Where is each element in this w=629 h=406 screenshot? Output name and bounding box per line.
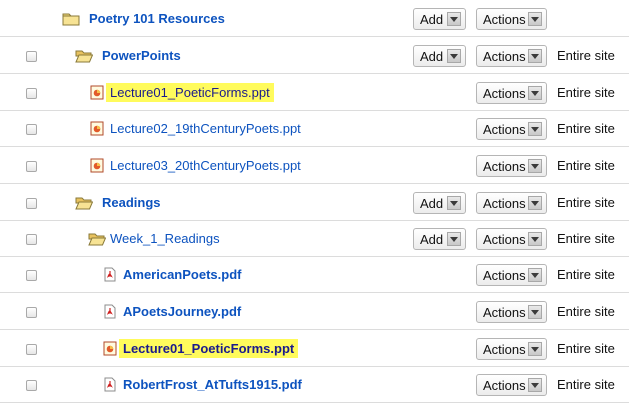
table-row: RobertFrost_AtTufts1915.pdf Actions Entire… (0, 366, 629, 403)
chevron-down-icon (528, 49, 542, 63)
chevron-down-icon (447, 232, 461, 246)
actions-dropdown-button[interactable]: Actions (476, 155, 547, 177)
row-select-checkbox[interactable] (26, 344, 37, 355)
table-row: Lecture03_20thCenturyPoets.ppt Actions Ent… (0, 147, 629, 184)
access-level-text: Entire site (557, 195, 615, 210)
item-link-americanpoets-pdf[interactable]: AmericanPoets.pdf (123, 267, 241, 282)
actions-button-label: Actions (483, 121, 526, 137)
add-dropdown-button[interactable]: Add (413, 228, 466, 250)
folder-open-icon (75, 48, 93, 63)
folder-open-icon (75, 195, 93, 210)
table-row: Lecture01_PoeticForms.ppt Actions Entire s… (0, 74, 629, 111)
chevron-down-icon (528, 12, 542, 26)
actions-button-label: Actions (483, 158, 526, 174)
item-link-powerpoints[interactable]: PowerPoints (102, 48, 181, 63)
access-level-text: Entire site (557, 377, 615, 392)
item-link-apoetsjourney-pdf[interactable]: APoetsJourney.pdf (123, 304, 241, 319)
actions-button-label: Actions (483, 231, 526, 247)
item-link-week-1-readings[interactable]: Week_1_Readings (110, 231, 220, 246)
pdf-file-icon (101, 377, 119, 392)
actions-dropdown-button[interactable]: Actions (476, 338, 547, 360)
chevron-down-icon (447, 196, 461, 210)
access-level-text: Entire site (557, 48, 615, 63)
actions-dropdown-button[interactable]: Actions (476, 192, 547, 214)
table-row: Readings Add Actions Entire site (0, 184, 629, 221)
folder-open-icon (88, 231, 106, 246)
add-button-label: Add (420, 48, 444, 64)
table-row: AmericanPoets.pdf Actions Entire site (0, 256, 629, 293)
table-row: Week_1_Readings Add Actions Entire site (0, 220, 629, 257)
folder-icon (62, 11, 80, 26)
add-button-label: Add (420, 11, 444, 27)
powerpoint-file-icon (88, 121, 106, 136)
chevron-down-icon (447, 12, 461, 26)
item-link-lecture01-poeticforms-ppt[interactable]: Lecture01_PoeticForms.ppt (106, 83, 274, 102)
add-dropdown-button[interactable]: Add (413, 192, 466, 214)
access-level-text: Entire site (557, 121, 615, 136)
item-link-lecture01-poeticforms-ppt[interactable]: Lecture01_PoeticForms.ppt (119, 339, 299, 358)
pdf-file-icon (101, 304, 119, 319)
row-select-checkbox[interactable] (26, 161, 37, 172)
item-link-poetry-101-resources[interactable]: Poetry 101 Resources (89, 11, 225, 26)
powerpoint-file-icon (88, 158, 106, 173)
row-select-checkbox[interactable] (26, 88, 37, 99)
item-link-robertfrost-attufts1915-pdf[interactable]: RobertFrost_AtTufts1915.pdf (123, 377, 302, 392)
actions-button-label: Actions (483, 304, 526, 320)
chevron-down-icon (528, 122, 542, 136)
access-level-text: Entire site (557, 341, 615, 356)
row-select-checkbox[interactable] (26, 198, 37, 209)
chevron-down-icon (528, 86, 542, 100)
row-select-checkbox[interactable] (26, 270, 37, 281)
table-row: Lecture01_PoeticForms.ppt Actions Entire s… (0, 330, 629, 367)
access-level-text: Entire site (557, 158, 615, 173)
actions-dropdown-button[interactable]: Actions (476, 45, 547, 67)
actions-button-label: Actions (483, 341, 526, 357)
actions-dropdown-button[interactable]: Actions (476, 264, 547, 286)
table-row: Poetry 101 Resources Add Actions (0, 0, 629, 37)
actions-button-label: Actions (483, 377, 526, 393)
row-select-checkbox[interactable] (26, 307, 37, 318)
item-link-lecture03-20thcenturypoets-ppt[interactable]: Lecture03_20thCenturyPoets.ppt (110, 158, 301, 173)
row-select-checkbox[interactable] (26, 51, 37, 62)
add-dropdown-button[interactable]: Add (413, 8, 466, 30)
row-select-checkbox[interactable] (26, 234, 37, 245)
add-button-label: Add (420, 231, 444, 247)
table-row: Lecture02_19thCenturyPoets.ppt Actions Ent… (0, 110, 629, 147)
access-level-text: Entire site (557, 85, 615, 100)
actions-button-label: Actions (483, 11, 526, 27)
access-level-text: Entire site (557, 304, 615, 319)
actions-button-label: Actions (483, 85, 526, 101)
add-dropdown-button[interactable]: Add (413, 45, 466, 67)
actions-dropdown-button[interactable]: Actions (476, 8, 547, 30)
access-level-text: Entire site (557, 231, 615, 246)
actions-button-label: Actions (483, 267, 526, 283)
table-row: PowerPoints Add Actions Entire site (0, 37, 629, 74)
chevron-down-icon (528, 159, 542, 173)
actions-button-label: Actions (483, 195, 526, 211)
table-row: APoetsJourney.pdf Actions Entire site (0, 293, 629, 330)
chevron-down-icon (528, 378, 542, 392)
chevron-down-icon (447, 49, 461, 63)
chevron-down-icon (528, 342, 542, 356)
item-link-readings[interactable]: Readings (102, 195, 161, 210)
pdf-file-icon (101, 267, 119, 282)
chevron-down-icon (528, 232, 542, 246)
chevron-down-icon (528, 305, 542, 319)
add-button-label: Add (420, 195, 444, 211)
actions-dropdown-button[interactable]: Actions (476, 374, 547, 396)
row-select-checkbox[interactable] (26, 380, 37, 391)
actions-button-label: Actions (483, 48, 526, 64)
item-link-lecture02-19thcenturypoets-ppt[interactable]: Lecture02_19thCenturyPoets.ppt (110, 121, 301, 136)
actions-dropdown-button[interactable]: Actions (476, 301, 547, 323)
actions-dropdown-button[interactable]: Actions (476, 82, 547, 104)
chevron-down-icon (528, 268, 542, 282)
powerpoint-file-icon (101, 341, 119, 356)
access-level-text: Entire site (557, 267, 615, 282)
actions-dropdown-button[interactable]: Actions (476, 118, 547, 140)
powerpoint-file-icon (88, 85, 106, 100)
actions-dropdown-button[interactable]: Actions (476, 228, 547, 250)
resource-tree: Poetry 101 Resources Add Actions PowerPoint… (0, 0, 629, 406)
row-select-checkbox[interactable] (26, 124, 37, 135)
chevron-down-icon (528, 196, 542, 210)
